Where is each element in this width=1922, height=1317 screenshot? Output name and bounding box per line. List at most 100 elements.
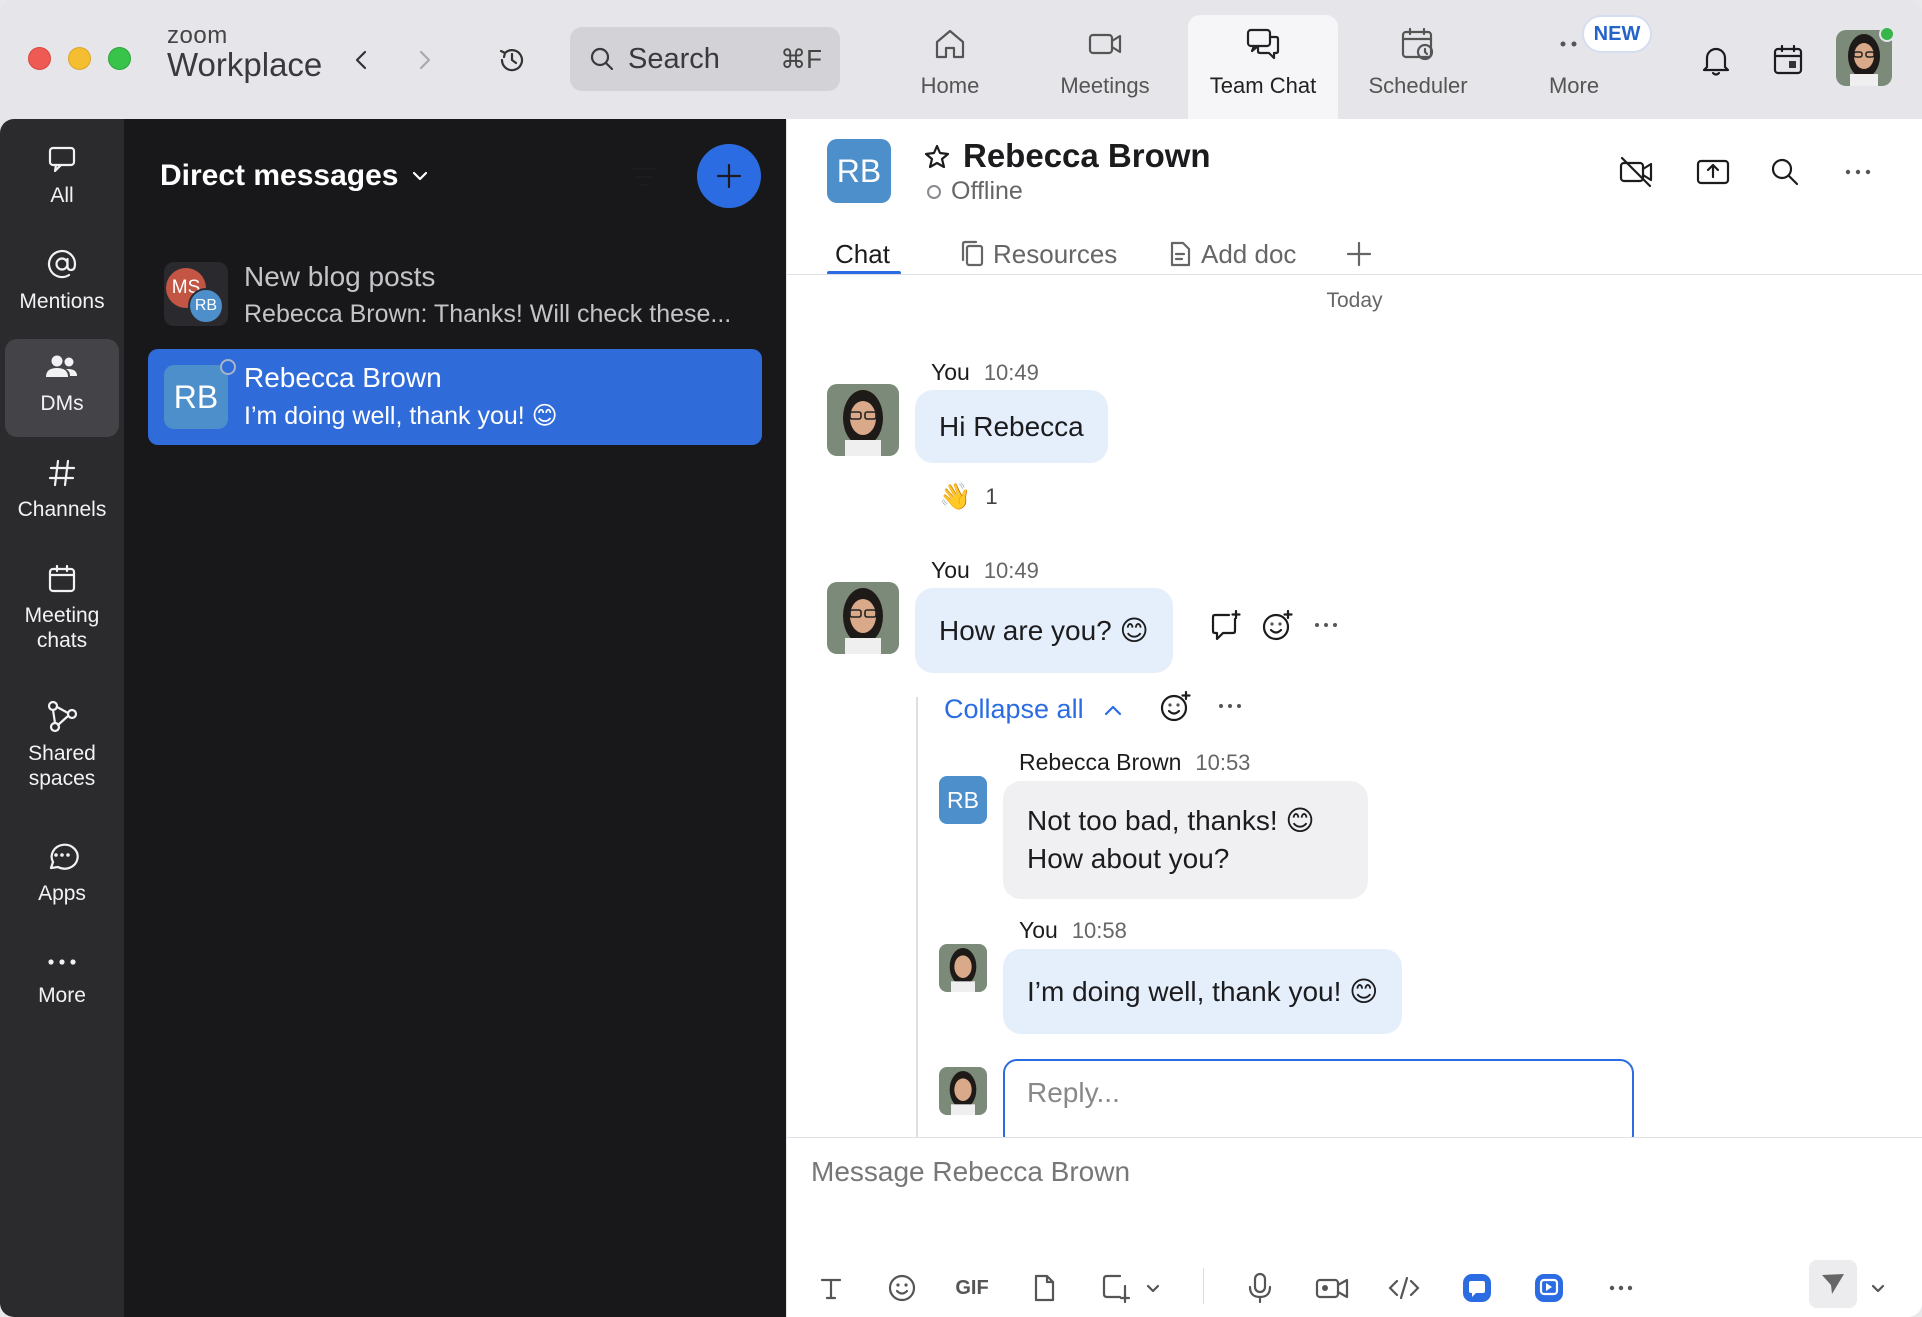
tab-meetings[interactable]: Meetings [1030,15,1180,119]
rail-item-channels[interactable]: Channels [5,457,119,537]
sender-avatar[interactable] [827,384,899,456]
list-item-rebecca-brown[interactable]: RB Rebecca Brown I’m doing well, thank y… [148,349,762,445]
chat-bubbles-icon [1246,28,1280,60]
reply-bubble[interactable]: Not too bad, thanks! 😊 How about you? [1003,781,1368,899]
list-title-dropdown[interactable]: Direct messages [160,159,430,193]
calendar-clock-icon [1401,27,1434,61]
composer-more-button[interactable] [1601,1268,1641,1308]
video-call-button[interactable] [1613,149,1659,195]
screenshot-options-button[interactable] [1141,1268,1165,1308]
thread-more-button[interactable] [1215,696,1245,721]
rail-item-dms[interactable]: DMs [5,339,119,437]
tab-team-chat[interactable]: Team Chat [1188,15,1338,119]
message-bubble[interactable]: Hi Rebecca [915,390,1108,463]
chat-tab-resources[interactable]: Resources [959,229,1117,279]
reply-bubble[interactable]: I’m doing well, thank you! 😊 [1003,949,1403,1034]
code-snippet-button[interactable] [1384,1268,1424,1308]
add-tab-button[interactable] [1345,229,1373,279]
more-options-button[interactable] [1835,149,1881,195]
chat-panel: RB Rebecca Brown Offline Chat Resources … [787,119,1922,1317]
message-more-button[interactable] [1311,615,1341,640]
chevron-right-icon [419,50,431,70]
history-icon [499,49,524,72]
share-screen-icon [1696,159,1730,185]
send-options-button[interactable] [1866,1268,1890,1308]
message-time: 10:53 [1195,750,1251,775]
conversation-list-panel: Direct messages MS RB New blog posts Reb… [124,119,786,1317]
message-meta: You 10:49 [931,359,1039,386]
video-off-icon [1619,156,1653,188]
reply-avatar[interactable] [939,944,987,992]
left-nav-rail: All Mentions DMs Channels Meeting chats … [0,119,124,1317]
rail-item-apps[interactable]: Apps [5,839,119,919]
voice-message-button[interactable] [1240,1268,1280,1308]
attach-file-button[interactable] [1024,1268,1064,1308]
search-label: Search [628,42,720,75]
thread-reply-input[interactable]: Reply... [1003,1059,1634,1149]
screenshot-button[interactable] [1096,1268,1136,1308]
group-avatar: MS RB [164,262,228,326]
star-icon[interactable] [923,143,951,171]
app-shortcut-2-button[interactable] [1529,1268,1569,1308]
search-chat-button[interactable] [1762,149,1808,195]
contact-name[interactable]: Rebecca Brown [963,137,1211,175]
history-button[interactable] [492,40,532,80]
reply-in-thread-button[interactable] [1209,609,1243,648]
rail-label-channels: Channels [17,498,107,521]
reaction-chip[interactable]: 👋 1 [939,481,998,512]
message-composer[interactable]: Message Rebecca Brown GIF [787,1137,1922,1317]
reaction-count: 1 [985,483,998,509]
tabs-divider [787,274,1922,275]
rail-label-more: More [38,984,86,1007]
microphone-icon [1248,1272,1272,1304]
forward-button[interactable] [404,40,444,80]
minimize-window-button[interactable] [68,47,91,70]
tab-home[interactable]: Home [875,15,1025,119]
toolbar-divider [1203,1268,1204,1304]
add-reaction-button[interactable] [1260,609,1294,648]
contact-avatar[interactable]: RB [827,139,891,203]
tab-scheduler[interactable]: Scheduler [1343,15,1493,119]
format-text-button[interactable] [811,1268,851,1308]
app-shortcut-1-button[interactable] [1457,1268,1497,1308]
rail-item-mentions[interactable]: Mentions [5,247,119,327]
send-button[interactable] [1809,1260,1857,1308]
close-window-button[interactable] [28,47,51,70]
reply-meta: Rebecca Brown 10:53 [1019,749,1250,776]
resources-icon [961,240,984,267]
rail-item-more[interactable]: More [5,949,119,1029]
gif-button[interactable]: GIF [952,1268,992,1308]
sender-avatar[interactable] [827,582,899,654]
filter-button[interactable] [624,159,664,195]
share-screen-button[interactable] [1690,149,1736,195]
day-separator: Today [1326,289,1383,312]
at-icon [47,249,77,279]
collapse-all-button[interactable]: Collapse all [944,694,1124,725]
chat-tab-add-doc[interactable]: Add doc [1167,229,1296,279]
list-item-new-blog-posts[interactable]: MS RB New blog posts Rebecca Brown: Than… [148,248,762,344]
thread-add-reaction-button[interactable] [1158,690,1192,729]
video-camera-icon [1088,33,1122,55]
avatar-rb: RB [188,288,224,324]
rail-label-shared-spaces: Shared spaces [28,742,96,791]
back-button[interactable] [342,40,382,80]
conversation-name: Rebecca Brown [244,362,442,393]
sender-name: You [1019,917,1058,943]
rail-item-all[interactable]: All [5,143,119,217]
video-message-button[interactable] [1312,1268,1352,1308]
chevron-left-icon [355,50,367,70]
reply-avatar[interactable]: RB [939,776,987,824]
notifications-button[interactable] [1694,38,1738,82]
calendar-button[interactable] [1766,38,1810,82]
text-format-icon [820,1278,842,1300]
tab-home-label: Home [920,73,980,98]
app-logo: zoom Workplace [167,24,322,82]
new-message-button[interactable] [697,144,761,208]
rail-item-meeting-chats[interactable]: Meeting chats [5,563,119,683]
rail-item-shared-spaces[interactable]: Shared spaces [5,699,119,819]
search-box[interactable]: Search ⌘F [570,27,840,91]
message-bubble[interactable]: How are you? 😊 [915,588,1173,673]
maximize-window-button[interactable] [108,47,131,70]
emoji-button[interactable] [882,1268,922,1308]
chat-icon [48,146,76,173]
